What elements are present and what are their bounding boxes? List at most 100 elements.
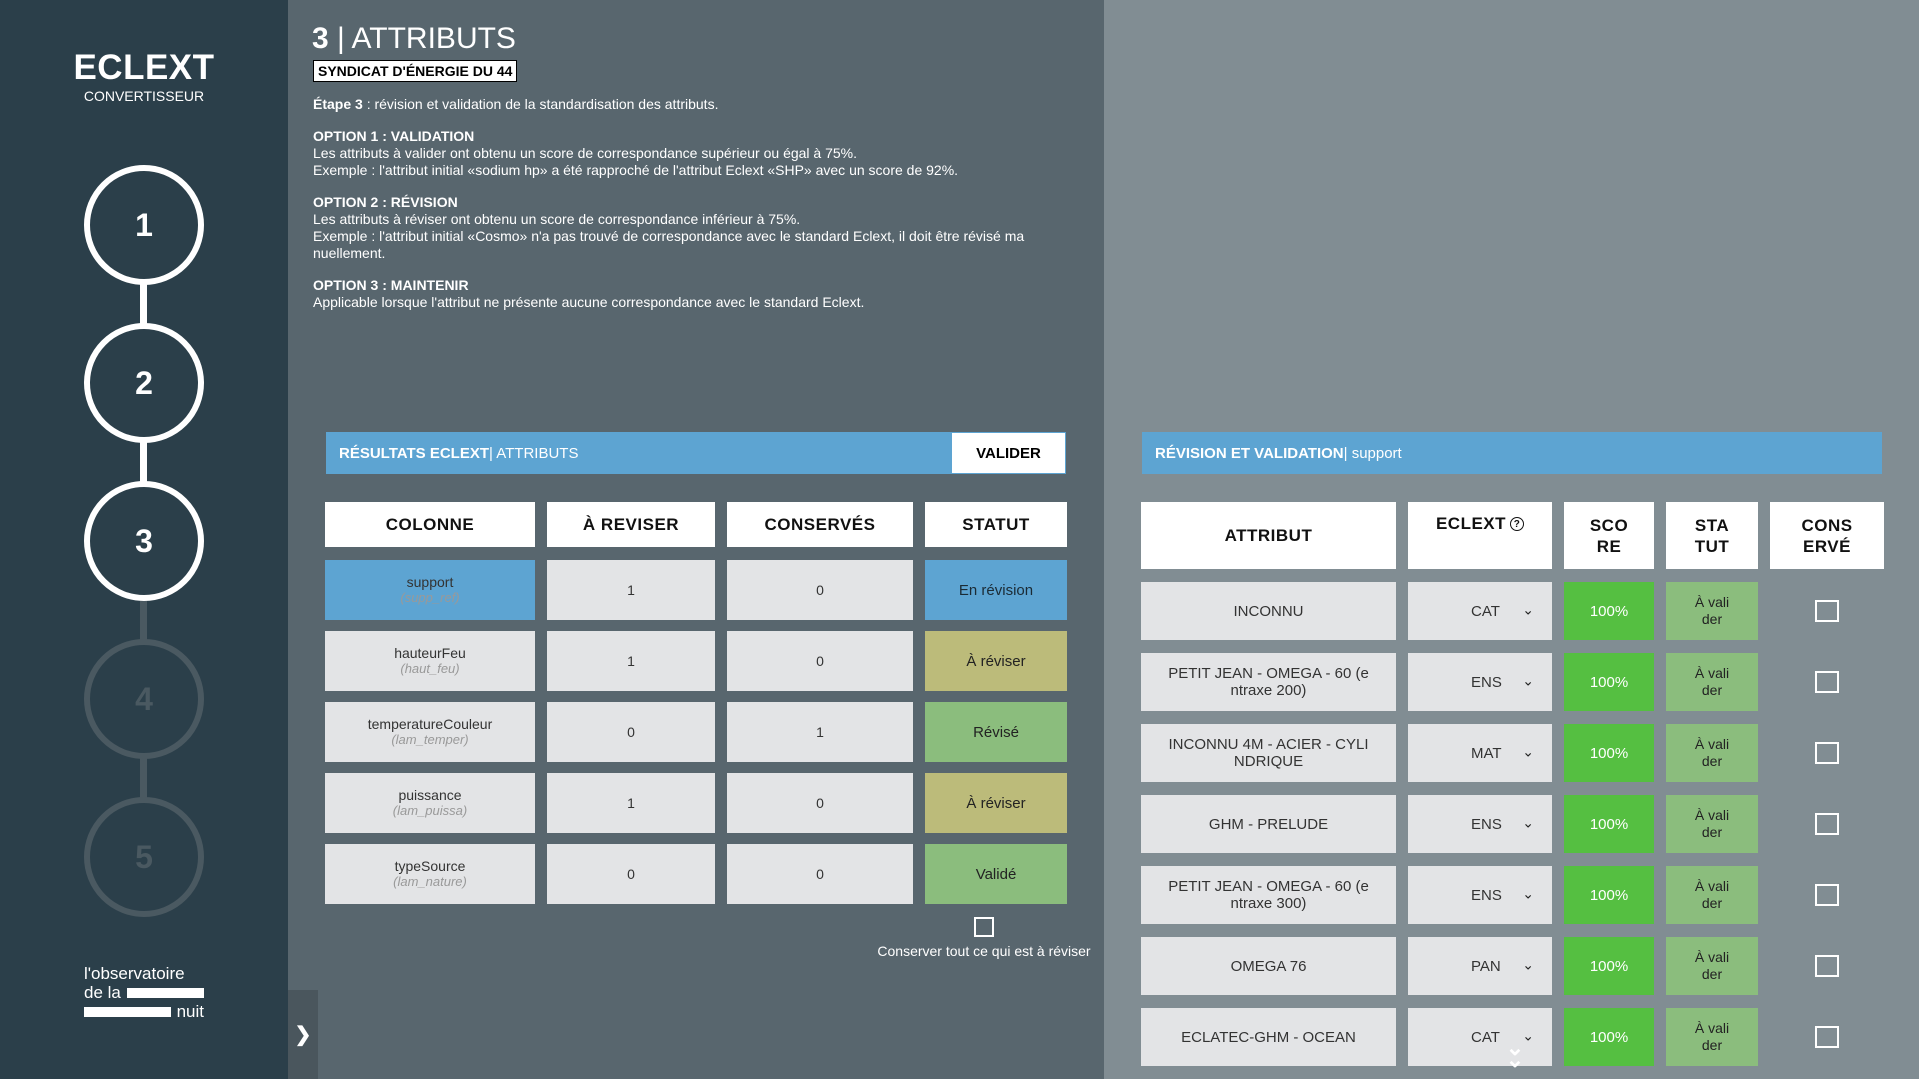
status-line-1: À vali — [1694, 665, 1730, 681]
eclext-selected-value: MAT — [1471, 744, 1502, 762]
column-name: typeSource — [394, 858, 466, 874]
attribute-line-1: GHM - PRELUDE — [1208, 815, 1329, 833]
keep-all-checkbox[interactable] — [974, 917, 994, 937]
column-source-name: (lam_nature) — [393, 874, 467, 889]
step-3[interactable]: 3 — [84, 481, 204, 601]
review-row-attribute: INCONNU — [1141, 582, 1396, 640]
column-name: hauteurFeu — [394, 645, 466, 661]
review-row-status: À vali der — [1666, 1008, 1758, 1066]
eclext-selected-value: ENS — [1471, 673, 1502, 691]
eclext-select[interactable]: CAT ⌄ — [1408, 582, 1552, 640]
keep-checkbox[interactable] — [1815, 671, 1839, 693]
review-row-attribute: GHM - PRELUDE — [1141, 795, 1396, 853]
page-title-separator: | — [328, 22, 352, 55]
results-row-name[interactable]: support (supp_ref) — [325, 560, 535, 620]
review-row-status: À vali der — [1666, 724, 1758, 782]
attribute-line-1: ECLATEC-GHM - OCEAN — [1181, 1028, 1356, 1046]
review-row-keep — [1770, 795, 1884, 853]
status-line-1: À vali — [1694, 807, 1730, 823]
eclext-select[interactable]: MAT ⌄ — [1408, 724, 1552, 782]
results-title: RÉSULTATS ECLEXT — [339, 444, 489, 462]
keep-checkbox[interactable] — [1815, 955, 1839, 977]
kept-header-line-1: CONS — [1801, 515, 1853, 535]
results-row-status[interactable]: En révision — [925, 560, 1067, 620]
review-subtitle: | support — [1343, 444, 1402, 462]
results-row-status[interactable]: Révisé — [925, 702, 1067, 762]
column-name: support — [406, 574, 454, 590]
chevron-right-icon: ❯ — [294, 1024, 312, 1046]
results-row-name[interactable]: hauteurFeu (haut_feu) — [325, 631, 535, 691]
eclext-select[interactable]: ENS ⌄ — [1408, 866, 1552, 924]
step-4: 4 — [84, 639, 204, 759]
review-row-score: 100% — [1564, 1008, 1654, 1066]
results-row-status[interactable]: À réviser — [925, 631, 1067, 691]
validate-button[interactable]: VALIDER — [951, 432, 1066, 474]
eclext-selected-value: ENS — [1471, 886, 1502, 904]
status-line-2: der — [1701, 824, 1723, 840]
status-line-2: der — [1701, 753, 1723, 769]
review-row-keep — [1770, 582, 1884, 640]
status-line-2: der — [1701, 966, 1723, 982]
help-icon[interactable]: ? — [1510, 517, 1525, 531]
column-header-conserve: CONS ERVÉ — [1770, 502, 1884, 569]
eclext-select[interactable]: ENS ⌄ — [1408, 653, 1552, 711]
status-line-1: À vali — [1694, 949, 1730, 965]
step-5: 5 — [84, 797, 204, 917]
attribute-line-1: OMEGA 76 — [1230, 957, 1307, 975]
double-chevron-down-icon[interactable]: ⌄ ⌄ — [1500, 1037, 1530, 1071]
status-header-line-2: TUT — [1694, 536, 1730, 556]
results-row-kept: 0 — [727, 631, 913, 691]
eclext-selected-value: ENS — [1471, 815, 1502, 833]
column-header-a-reviser: À REVISER — [547, 502, 715, 547]
review-row-score: 100% — [1564, 937, 1654, 995]
results-row-to-review: 0 — [547, 844, 715, 904]
review-row-attribute: OMEGA 76 — [1141, 937, 1396, 995]
attribute-line-1: INCONNU — [1233, 602, 1304, 620]
results-row-name[interactable]: temperatureCouleur (lam_temper) — [325, 702, 535, 762]
column-source-name: (supp_ref) — [400, 590, 460, 605]
review-row-keep — [1770, 1008, 1884, 1066]
results-row-status[interactable]: Validé — [925, 844, 1067, 904]
collapse-sidebar-button[interactable]: ❯ — [288, 990, 318, 1079]
score-header-line-1: SCO — [1589, 515, 1629, 535]
observatoire-logo: l'observatoire de la nuit — [84, 964, 204, 1021]
chevron-down-icon: ⌄ — [1522, 601, 1534, 618]
review-row-keep — [1770, 724, 1884, 782]
chevron-down-icon: ⌄ — [1522, 814, 1534, 831]
step-1[interactable]: 1 — [84, 165, 204, 285]
review-row-status: À vali der — [1666, 795, 1758, 853]
eclext-select[interactable]: CAT ⌄ — [1408, 1008, 1552, 1066]
eclext-select[interactable]: ENS ⌄ — [1408, 795, 1552, 853]
keep-checkbox[interactable] — [1815, 884, 1839, 906]
column-source-name: (haut_feu) — [400, 661, 460, 676]
review-row-keep — [1770, 937, 1884, 995]
column-header-colonne: COLONNE — [325, 502, 535, 547]
keep-all-toggle[interactable]: Conserver tout ce qui est à réviser — [859, 917, 1109, 959]
logo-line-2: de la — [84, 983, 121, 1002]
chevron-down-icon: ⌄ — [1522, 885, 1534, 902]
keep-checkbox[interactable] — [1815, 1026, 1839, 1048]
step-2[interactable]: 2 — [84, 323, 204, 443]
eclext-header-label: ECLEXT — [1435, 514, 1507, 533]
option2-example: Exemple : l'attribut initial «Cosmo» n'a… — [313, 228, 1025, 261]
keep-checkbox[interactable] — [1815, 600, 1839, 622]
review-row-score: 100% — [1564, 866, 1654, 924]
column-header-statut: STATUT — [925, 502, 1067, 547]
results-row-name[interactable]: typeSource (lam_nature) — [325, 844, 535, 904]
eclext-select[interactable]: PAN ⌄ — [1408, 937, 1552, 995]
review-row-score: 100% — [1564, 653, 1654, 711]
status-line-1: À vali — [1694, 1020, 1730, 1036]
keep-checkbox[interactable] — [1815, 742, 1839, 764]
results-subtitle: | ATTRIBUTS — [489, 444, 579, 462]
app-subtitle: CONVERTISSEUR — [83, 88, 205, 104]
results-row-status[interactable]: À réviser — [925, 773, 1067, 833]
review-row-status: À vali der — [1666, 866, 1758, 924]
keep-checkbox[interactable] — [1815, 813, 1839, 835]
score-header-line-2: RE — [1596, 536, 1622, 556]
page-title: 3 | ATTRIBUTS — [312, 22, 516, 56]
status-line-1: À vali — [1694, 594, 1730, 610]
app-title: ECLEXT — [73, 48, 215, 87]
results-row-name[interactable]: puissance (lam_puissa) — [325, 773, 535, 833]
results-row-kept: 1 — [727, 702, 913, 762]
status-line-2: der — [1701, 682, 1723, 698]
